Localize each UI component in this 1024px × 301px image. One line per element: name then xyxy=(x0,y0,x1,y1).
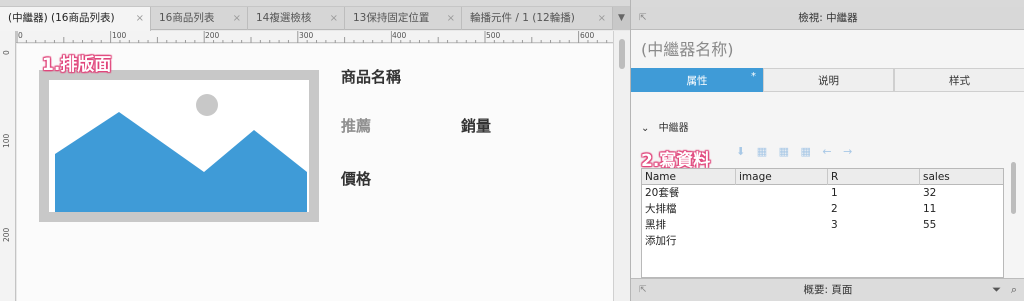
outline-panel-header: ⇱ 概要: 頁面 ⏷ ⌕ xyxy=(631,278,1024,301)
modified-marker: * xyxy=(751,71,756,82)
document-area: (中繼器) (16商品列表) × 16商品列表 × 14複選檢核 × 13保持固… xyxy=(0,0,630,301)
price-label: 價格 xyxy=(341,170,372,188)
inspector-scrollbar[interactable] xyxy=(1008,160,1018,280)
component-name-field[interactable]: (中繼器名称) xyxy=(641,36,734,60)
image-placeholder-inner xyxy=(49,80,309,212)
product-name-label: 商品名稱 xyxy=(341,68,402,86)
tab-multi-check[interactable]: 14複選檢核 × xyxy=(248,7,345,30)
table-cell[interactable] xyxy=(736,185,828,201)
tab-label: 样式 xyxy=(949,75,970,87)
add-row-label: 添加行 xyxy=(645,235,677,247)
table-cell[interactable]: 3 xyxy=(828,217,920,233)
table-cell[interactable] xyxy=(736,217,828,233)
close-icon[interactable]: × xyxy=(233,7,241,30)
table-cell[interactable]: 32 xyxy=(920,185,1005,201)
table-cell[interactable]: 1 xyxy=(828,185,920,201)
canvas-scrollbar[interactable] xyxy=(613,31,630,301)
close-icon[interactable]: × xyxy=(598,7,606,30)
tab-label: 16商品列表 xyxy=(159,12,215,24)
tab-label: 说明 xyxy=(818,75,839,87)
inspector-title: 檢視: 中繼器 xyxy=(798,12,858,24)
table-cell[interactable]: 大排檔 xyxy=(642,201,736,217)
document-tab-bar: (中繼器) (16商品列表) × 16商品列表 × 14複選檢核 × 13保持固… xyxy=(0,7,630,31)
tab-label: 14複選檢核 xyxy=(256,12,312,24)
table-cell[interactable]: 20套餐 xyxy=(642,185,736,201)
scrollbar-thumb[interactable] xyxy=(619,39,625,69)
tab-label: 13保持固定位置 xyxy=(353,12,430,24)
outline-title: 概要: 頁面 xyxy=(803,284,853,296)
dataset-table[interactable]: Name image R sales 20套餐 1 32 大排檔 2 11 黑排… xyxy=(641,168,1004,278)
vertical-ruler: 0 100 200 xyxy=(0,31,16,301)
pin-icon[interactable]: ⇱ xyxy=(639,279,647,301)
tab-notes[interactable]: 说明 xyxy=(763,68,894,92)
recommend-label: 推薦 xyxy=(341,117,372,135)
tab-properties[interactable]: 属性 * xyxy=(631,68,763,92)
app-window: (中繼器) (16商品列表) × 16商品列表 × 14複選檢核 × 13保持固… xyxy=(0,0,1024,301)
repeater-section-header[interactable]: ⌄ 中繼器 xyxy=(641,119,689,134)
table-row-empty xyxy=(642,249,1003,265)
table-cell[interactable]: 55 xyxy=(920,217,1005,233)
table-cell[interactable]: 2 xyxy=(828,201,920,217)
table-cell[interactable] xyxy=(736,201,828,217)
tab-style[interactable]: 样式 xyxy=(894,68,1024,92)
pin-icon[interactable]: ⇱ xyxy=(639,7,647,30)
sun-shape xyxy=(196,94,218,116)
scrollbar-thumb[interactable] xyxy=(1011,162,1016,214)
image-placeholder[interactable] xyxy=(39,70,319,222)
tab-product-list[interactable]: 16商品列表 × xyxy=(151,7,248,30)
tab-repeater[interactable]: (中繼器) (16商品列表) × xyxy=(0,7,151,31)
column-header[interactable]: R xyxy=(828,169,920,185)
ruler-ticks xyxy=(16,31,608,43)
table-row[interactable]: 大排檔 2 11 xyxy=(642,201,1003,217)
image-placeholder-icon xyxy=(55,94,307,212)
toolbar-strip xyxy=(631,0,1024,7)
add-row-button[interactable]: 添加行 xyxy=(642,233,1003,249)
layout-annotation: 1.排版面 xyxy=(42,55,112,75)
table-row[interactable]: 20套餐 1 32 xyxy=(642,185,1003,201)
tab-fixed-position[interactable]: 13保持固定位置 × xyxy=(345,7,462,30)
ruler-label: 200 xyxy=(2,227,11,242)
tab-overflow-icon[interactable]: ▼ xyxy=(613,7,630,30)
horizontal-ruler: 0 100 200 300 400 500 600 xyxy=(16,31,613,43)
sales-label: 銷量 xyxy=(461,117,492,135)
inspector-header: ⇱ 檢視: 中繼器 xyxy=(631,7,1024,30)
design-canvas[interactable]: 1.排版面 商品名稱 推薦 銷量 價格 xyxy=(17,44,613,301)
mountain-shape xyxy=(55,112,307,212)
close-icon[interactable]: × xyxy=(136,7,144,30)
close-icon[interactable]: × xyxy=(330,7,338,30)
toolbar-strip xyxy=(0,0,630,7)
ruler-label: 100 xyxy=(2,133,11,148)
column-header[interactable]: Name xyxy=(642,169,736,185)
inspector-tabs: 属性 * 说明 样式 xyxy=(631,68,1024,92)
search-icon[interactable]: ⌕ xyxy=(1011,279,1017,301)
close-icon[interactable]: × xyxy=(447,7,455,30)
tab-carousel[interactable]: 輪播元件 / 1 (12輪播) × xyxy=(462,7,613,30)
table-row[interactable]: 黑排 3 55 xyxy=(642,217,1003,233)
column-header[interactable]: image xyxy=(736,169,828,185)
column-header[interactable]: sales xyxy=(920,169,1005,185)
ruler-label: 0 xyxy=(2,50,11,55)
filter-icon[interactable]: ⏷ xyxy=(992,279,1001,301)
table-header: Name image R sales xyxy=(642,169,1003,185)
tab-label: 輪播元件 / 1 (12輪播) xyxy=(470,12,575,24)
tab-label: 属性 xyxy=(686,75,708,87)
table-cell[interactable]: 黑排 xyxy=(642,217,736,233)
section-title: 中繼器 xyxy=(658,123,689,134)
table-row-empty xyxy=(642,265,1003,277)
dataset-toolbar[interactable]: ⬇ ▦ ▦ ▦ ← → xyxy=(736,145,856,158)
inspector-panel: ⇱ 檢視: 中繼器 (中繼器名称) 属性 * 说明 样式 ⌄ 中繼器 ⬇ ▦ ▦… xyxy=(630,0,1024,301)
tab-label: (中繼器) (16商品列表) xyxy=(8,12,115,24)
table-cell[interactable]: 11 xyxy=(920,201,1005,217)
chevron-down-icon: ⌄ xyxy=(641,123,650,134)
